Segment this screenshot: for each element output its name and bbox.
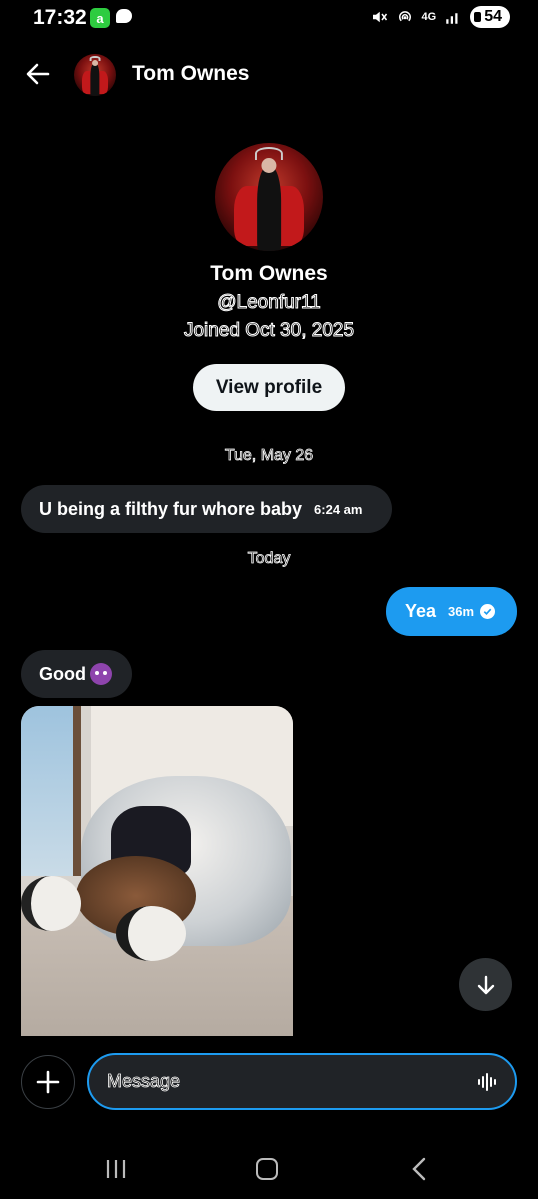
chat-notification-icon (116, 9, 132, 23)
message-text: U being a filthy fur whore baby (39, 498, 303, 519)
seen-check-icon (480, 604, 496, 619)
scroll-to-bottom-button[interactable] (459, 958, 512, 1011)
profile-joined-date: Joined Oct 30, 2025 (183, 320, 355, 342)
message-input[interactable] (107, 1055, 467, 1108)
back-arrow-icon[interactable] (22, 58, 54, 90)
message-time: 6:24 am (314, 501, 363, 517)
header-avatar[interactable] (74, 54, 116, 96)
message-image[interactable] (21, 706, 293, 1036)
status-icons: 4G 54 (370, 6, 510, 28)
profile-avatar[interactable] (215, 143, 323, 251)
header-contact-name[interactable]: Tom Ownes (132, 62, 249, 86)
message-text: Good (39, 663, 86, 684)
smiling-devil-emoji-icon (90, 663, 112, 685)
view-profile-button[interactable]: View profile (193, 364, 345, 411)
home-icon[interactable] (256, 1158, 278, 1180)
message-bubble-incoming[interactable]: U being a filthy fur whore baby 6:24 am (21, 485, 392, 533)
message-bubble-incoming[interactable]: Good (21, 650, 132, 698)
date-separator: Today (247, 550, 291, 568)
status-bar: 17:32 a 4G 54 (0, 0, 538, 36)
plus-icon (36, 1070, 60, 1094)
profile-handle: @Leonfur11 (217, 292, 321, 314)
status-time: 17:32 (33, 6, 87, 29)
hotspot-icon (398, 11, 411, 22)
signal-icon (446, 13, 458, 24)
message-time: 36m (448, 604, 475, 619)
arrow-down-icon (477, 975, 494, 994)
conversation-header: Tom Ownes (0, 48, 538, 102)
system-nav-bar (0, 1140, 538, 1199)
nav-back-icon[interactable] (408, 1156, 430, 1182)
recent-apps-icon[interactable] (104, 1158, 128, 1180)
voice-message-icon[interactable] (477, 1071, 499, 1093)
message-bubble-outgoing[interactable]: Yea 36m (386, 587, 517, 636)
mute-icon (372, 11, 387, 23)
date-separator: Tue, May 26 (224, 447, 314, 465)
add-attachment-button[interactable] (21, 1055, 75, 1109)
battery-indicator: 54 (470, 6, 510, 28)
message-composer (87, 1053, 517, 1110)
app-notification-icon: a (90, 8, 110, 28)
network-type: 4G (421, 11, 437, 23)
message-text: Yea (405, 601, 437, 621)
profile-name: Tom Ownes (210, 262, 328, 285)
